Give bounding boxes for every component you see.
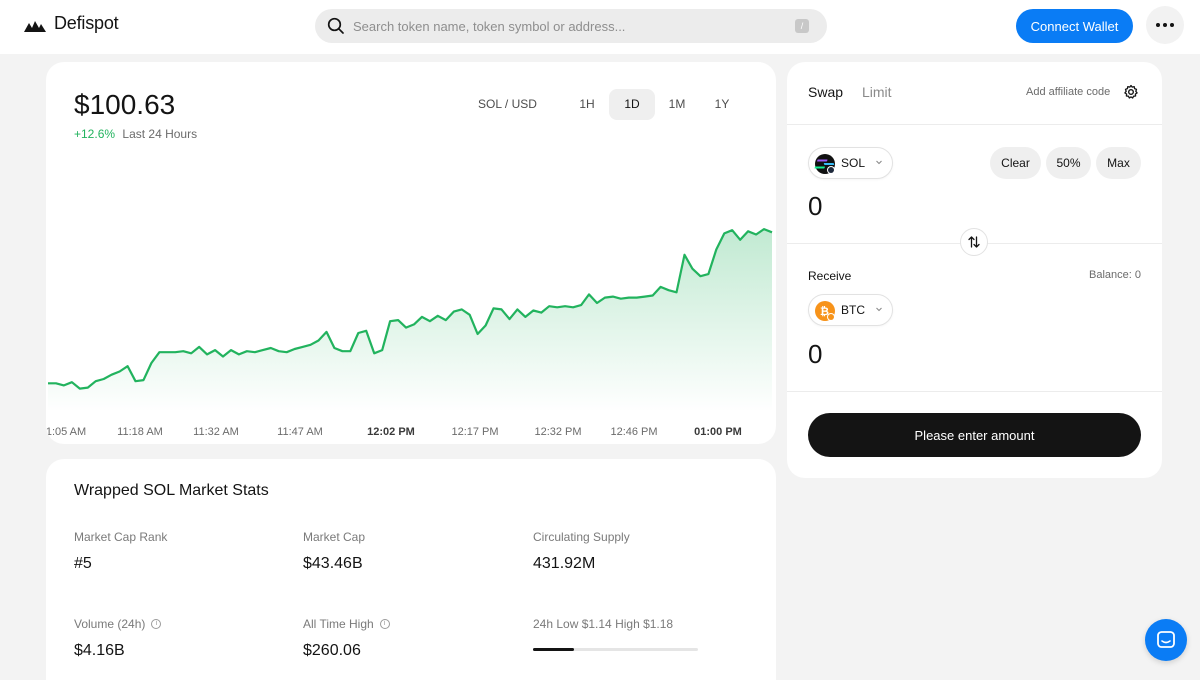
more-dot bbox=[1170, 23, 1174, 27]
max-amount-button[interactable]: Max bbox=[1096, 147, 1141, 179]
stat-label-volume: Volume (24h) i bbox=[74, 617, 162, 631]
more-menu-button[interactable] bbox=[1146, 6, 1184, 44]
tab-swap[interactable]: Swap bbox=[808, 84, 843, 100]
x-tick-label: 1:05 AM bbox=[46, 426, 87, 438]
chart-area-fill bbox=[48, 229, 772, 412]
stat-value-volume: $4.16B bbox=[74, 642, 125, 659]
btc-token-icon: ₿ bbox=[815, 301, 835, 321]
from-token-selector[interactable]: SOL bbox=[808, 147, 893, 179]
gear-icon[interactable] bbox=[1123, 84, 1139, 100]
receive-balance: Balance: 0 bbox=[1089, 269, 1141, 281]
x-tick-label: 01:00 PM bbox=[694, 426, 742, 438]
timeframe-1h[interactable]: 1H bbox=[564, 89, 610, 120]
stat-label-text: Market Cap Rank bbox=[74, 530, 168, 544]
info-icon[interactable]: i bbox=[151, 619, 162, 629]
price-chart-card: $100.63 +12.6% Last 24 Hours SOL / USD 1… bbox=[46, 62, 776, 444]
half-amount-button[interactable]: 50% bbox=[1046, 147, 1091, 179]
flip-tokens-button[interactable] bbox=[960, 228, 988, 256]
24h-range-bar bbox=[533, 648, 698, 651]
stat-value-ath: $260.06 bbox=[303, 642, 361, 659]
stat-label-text: 24h Low $1.14 High $1.18 bbox=[533, 617, 674, 631]
connect-wallet-button[interactable]: Connect Wallet bbox=[1016, 9, 1133, 43]
stat-label-rank: Market Cap Rank bbox=[74, 530, 167, 544]
stat-label-supply: Circulating Supply bbox=[533, 530, 630, 544]
divider bbox=[787, 124, 1162, 125]
stat-label-text: Market Cap bbox=[303, 530, 366, 544]
add-affiliate-code-link[interactable]: Add affiliate code bbox=[1026, 86, 1110, 98]
search-icon bbox=[327, 17, 344, 34]
brand-name: Defispot bbox=[54, 13, 119, 33]
clear-button[interactable]: Clear bbox=[990, 147, 1041, 179]
x-tick-label: 11:47 AM bbox=[277, 426, 323, 438]
receive-label: Receive bbox=[808, 269, 852, 283]
price-chart[interactable] bbox=[46, 202, 776, 412]
stat-label-text: Circulating Supply bbox=[533, 530, 630, 544]
more-dots-icon bbox=[1156, 23, 1160, 27]
stat-label-ath: All Time High i bbox=[303, 617, 390, 631]
stat-label-24h-range: 24h Low $1.14 High $1.18 bbox=[533, 617, 673, 631]
sol-token-icon bbox=[814, 154, 835, 174]
price-change-percent: +12.6% bbox=[74, 127, 116, 141]
x-tick-label: 11:18 AM bbox=[117, 426, 163, 438]
stat-label-market-cap: Market Cap bbox=[303, 530, 365, 544]
to-token-symbol: BTC bbox=[841, 303, 865, 317]
price-change: +12.6% Last 24 Hours bbox=[74, 127, 197, 141]
stat-value-rank: #5 bbox=[74, 555, 92, 572]
timeframe-1y[interactable]: 1Y bbox=[699, 89, 745, 120]
tab-limit[interactable]: Limit bbox=[862, 84, 892, 100]
to-amount-output: 0 bbox=[808, 339, 823, 369]
support-chat-button[interactable] bbox=[1145, 619, 1187, 661]
brand-logo[interactable]: Defispot bbox=[24, 13, 119, 34]
x-tick-label: 12:17 PM bbox=[451, 426, 499, 438]
search-shortcut-key: / bbox=[795, 19, 809, 33]
timeframe-1m[interactable]: 1M bbox=[654, 89, 700, 120]
to-token-selector[interactable]: ₿ BTC bbox=[808, 294, 893, 326]
chart-x-axis: 1:05 AM 11:18 AM 11:32 AM 11:47 AM 12:02 PM 1… bbox=[46, 426, 776, 440]
divider bbox=[787, 391, 1162, 392]
x-tick-label: 12:46 PM bbox=[610, 426, 658, 438]
swap-panel: Swap Limit Add affiliate code SOL Clear … bbox=[787, 62, 1162, 478]
market-stats-title: Wrapped SOL Market Stats bbox=[74, 482, 269, 499]
x-tick-label: 12:32 PM bbox=[534, 426, 582, 438]
24h-range-fill bbox=[533, 648, 575, 651]
x-tick-label: 11:32 AM bbox=[193, 426, 239, 438]
search-input[interactable] bbox=[353, 9, 783, 43]
more-dot bbox=[1163, 23, 1167, 27]
top-bar: Defispot / Connect Wallet bbox=[0, 0, 1200, 54]
current-price: $100.63 bbox=[74, 89, 176, 120]
chevron-down-icon bbox=[876, 307, 882, 312]
stat-label-text: Volume (24h) bbox=[74, 617, 146, 631]
x-tick-label: 12:02 PM bbox=[367, 426, 415, 438]
stat-value-market-cap: $43.46B bbox=[303, 555, 363, 572]
chat-icon bbox=[1157, 631, 1175, 648]
from-token-symbol: SOL bbox=[841, 156, 866, 170]
price-change-period: Last 24 Hours bbox=[122, 127, 198, 141]
chevron-down-icon bbox=[876, 160, 882, 165]
info-icon[interactable]: i bbox=[379, 619, 390, 629]
trading-pair: SOL / USD bbox=[478, 97, 537, 111]
from-amount-input[interactable]: 0 bbox=[808, 191, 822, 222]
defispot-logo-icon bbox=[24, 20, 46, 32]
swap-arrows-icon bbox=[968, 236, 980, 248]
enter-amount-button[interactable]: Please enter amount bbox=[808, 413, 1141, 457]
search-bar[interactable]: / bbox=[315, 9, 827, 43]
market-stats-card: Wrapped SOL Market Stats bbox=[46, 459, 776, 680]
timeframe-1d[interactable]: 1D bbox=[609, 89, 655, 120]
stat-label-text: All Time High bbox=[303, 617, 374, 631]
stat-value-supply: 431.92M bbox=[533, 555, 596, 572]
